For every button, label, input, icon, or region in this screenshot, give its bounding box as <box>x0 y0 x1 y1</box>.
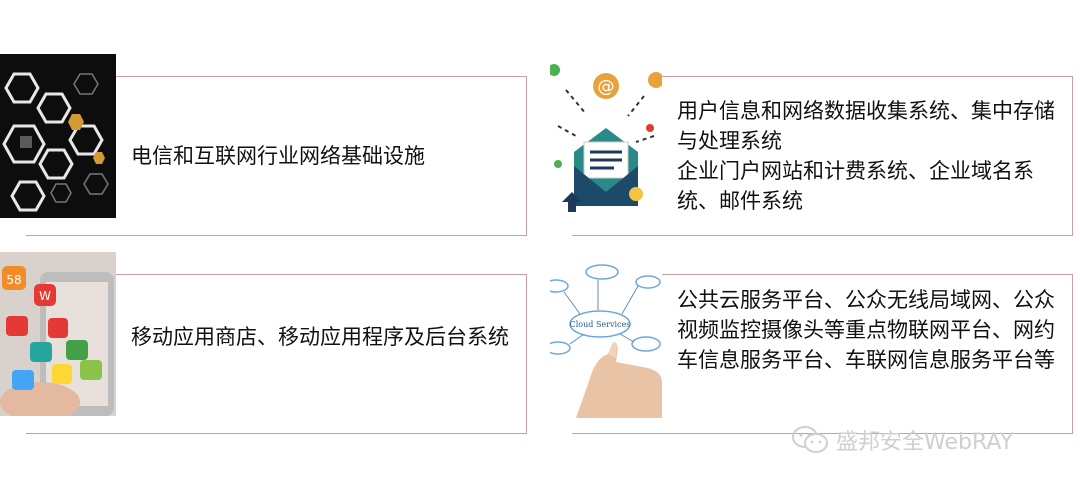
card-text-cloud-iot: 公共云服务平台、公众无线局域网、公众视频监控摄像头等重点物联网平台、网约车信息服… <box>677 288 1055 372</box>
svg-text:@: @ <box>598 77 615 97</box>
card-text-mobile-apps: 移动应用商店、移动应用程序及后台系统 <box>131 325 509 349</box>
hexagon-network-icon <box>0 54 116 218</box>
svg-text:W: W <box>39 289 51 303</box>
card-text-data-systems: 用户信息和网络数据收集系统、集中存储与处理系统 企业门户网站和计费系统、企业域名… <box>677 99 1055 213</box>
watermark-text: 盛邦安全WebRAY <box>836 430 1014 455</box>
mobile-apps-icon: 58 W <box>0 252 116 416</box>
email-envelope-icon: @ <box>550 56 662 218</box>
svg-text:Cloud Services: Cloud Services <box>570 320 631 329</box>
watermark: 盛邦安全WebRAY <box>792 424 1013 456</box>
wechat-icon <box>792 426 828 454</box>
card-text-infrastructure: 电信和互联网行业网络基础设施 <box>131 144 425 168</box>
svg-text:58: 58 <box>6 273 21 287</box>
cloud-services-icon: Cloud Services <box>550 258 662 418</box>
